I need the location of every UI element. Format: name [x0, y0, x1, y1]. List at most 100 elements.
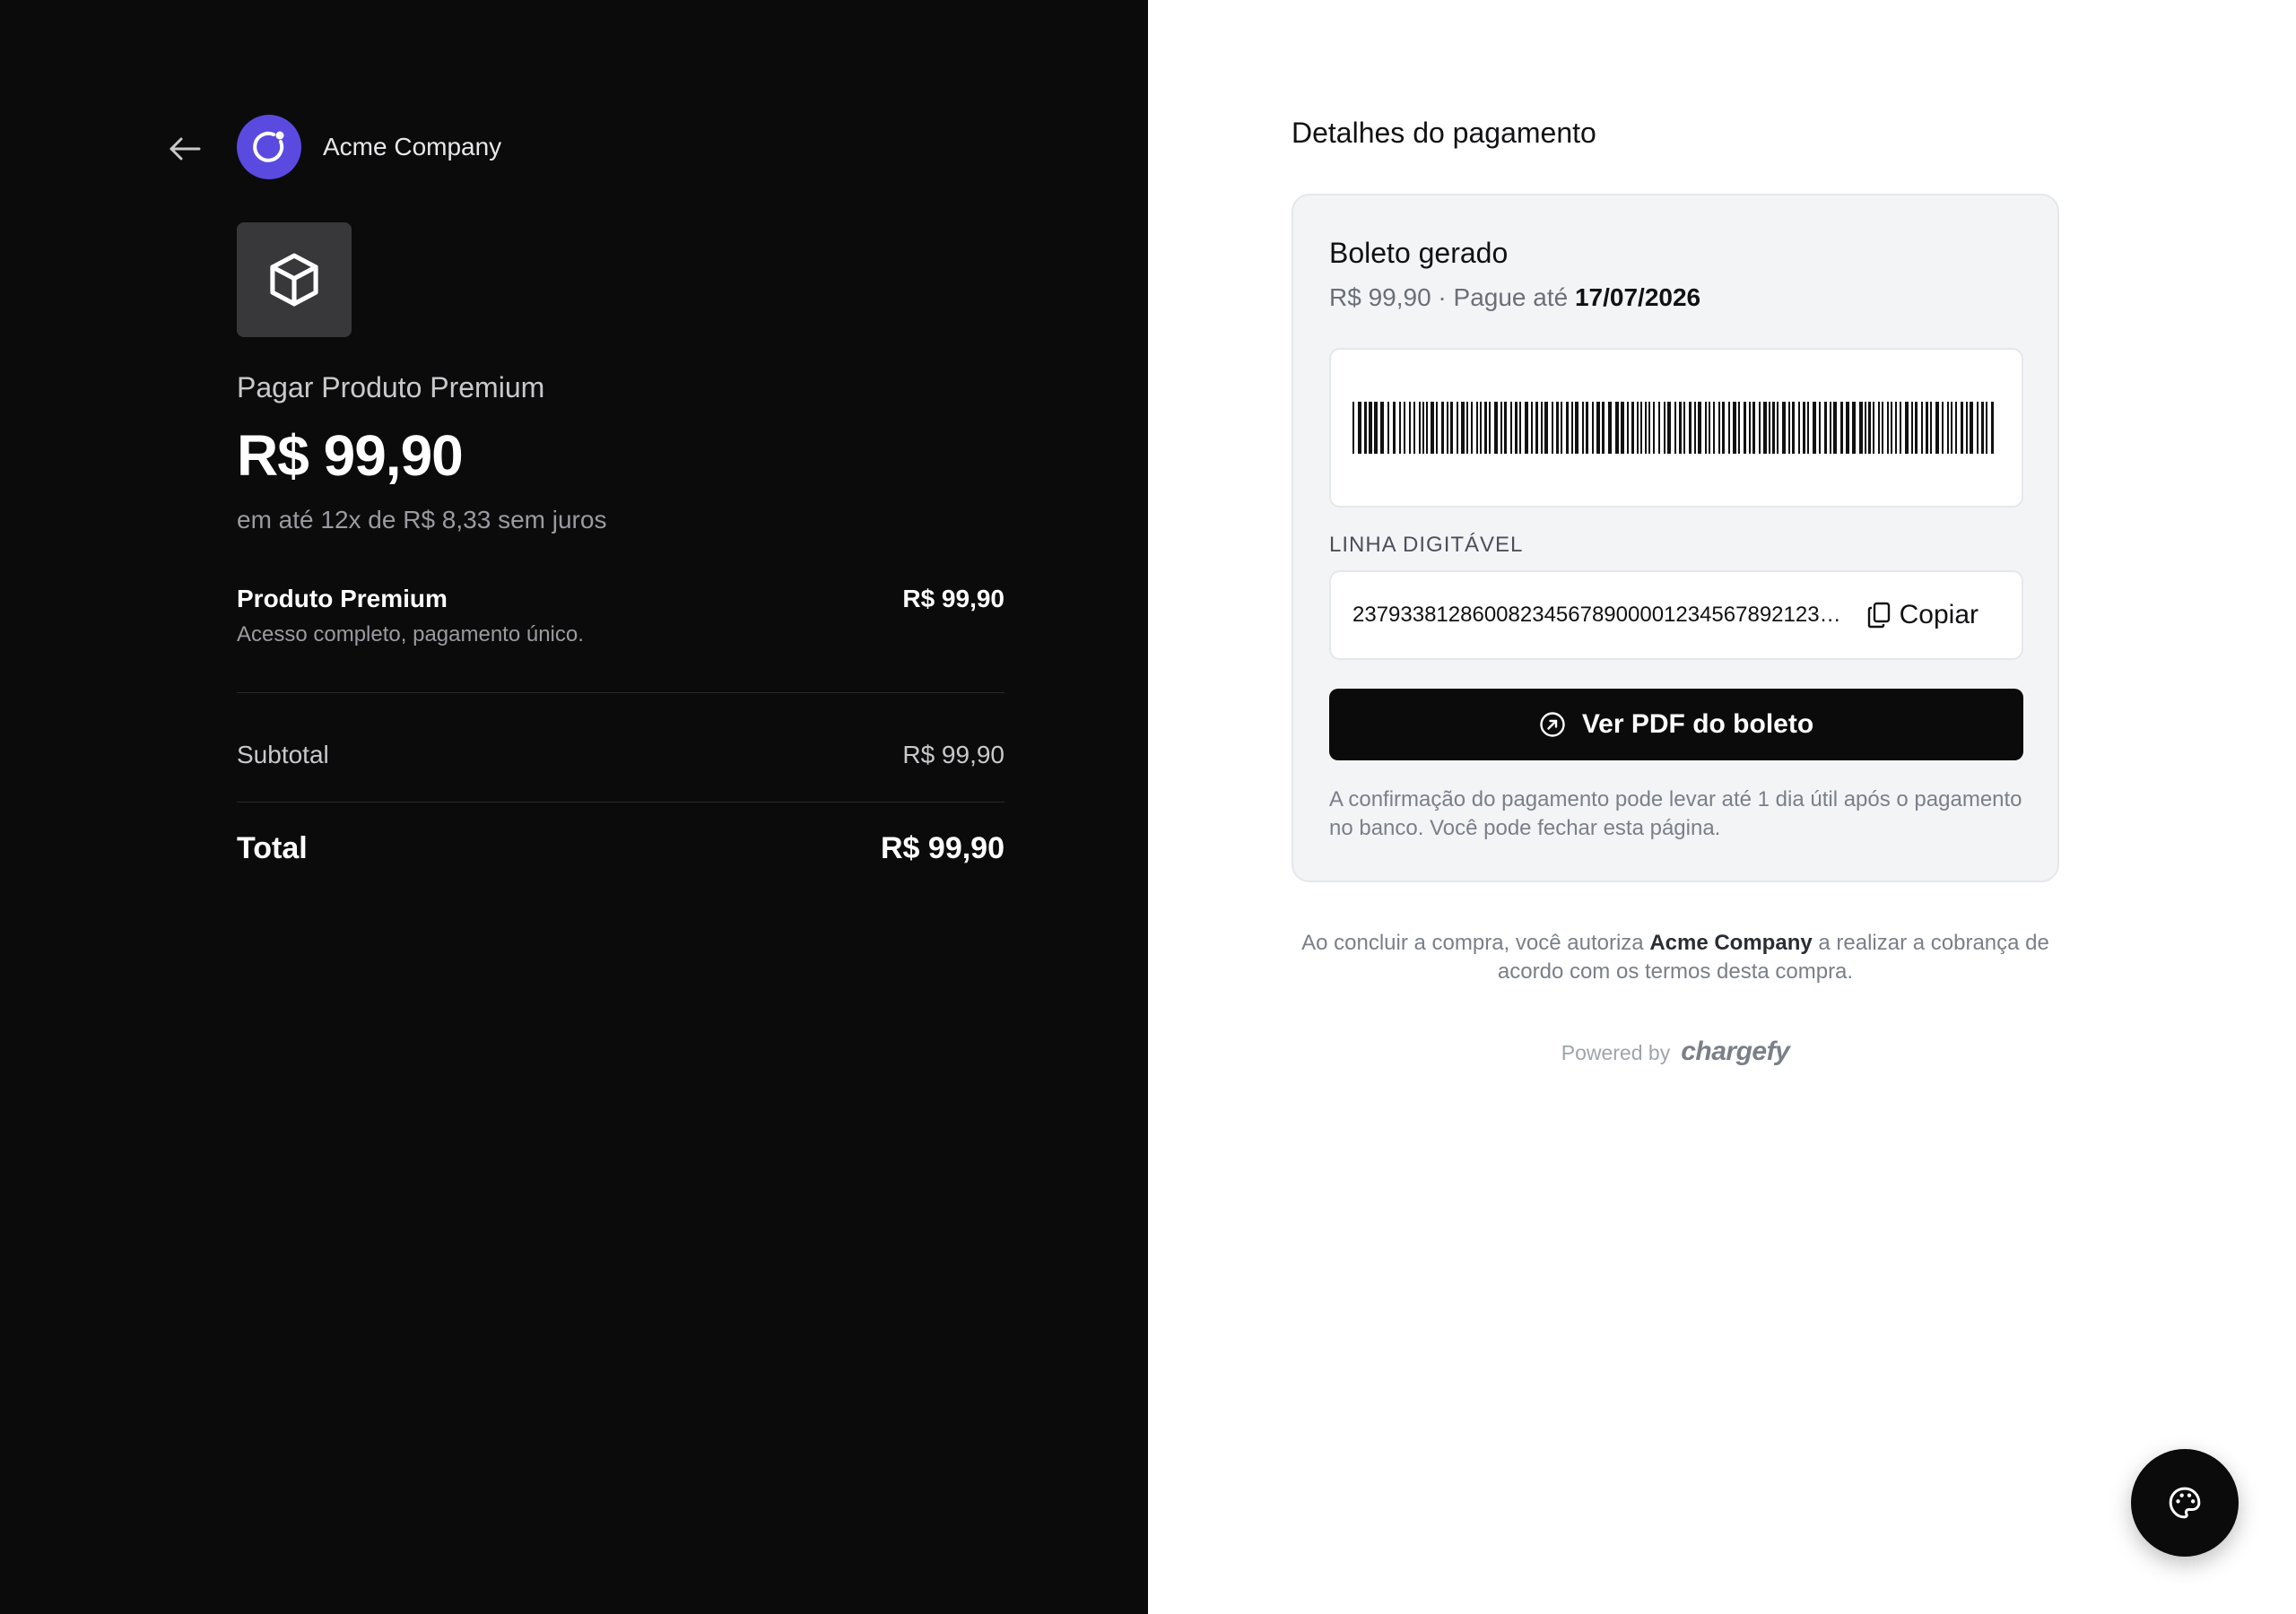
- barcode-bar: [1431, 402, 1434, 454]
- barcode-bar: [1942, 402, 1944, 454]
- barcode-bar: [1653, 402, 1655, 454]
- barcode-bar: [1878, 402, 1880, 454]
- barcode-bar: [1358, 402, 1361, 454]
- barcode-bar: [1664, 402, 1665, 454]
- barcode-bar: [1772, 402, 1775, 454]
- barcode-bar: [1658, 402, 1660, 454]
- copy-button[interactable]: Copiar: [1867, 595, 1979, 635]
- barcode-bar: [1484, 402, 1487, 454]
- subtotal-row: Subtotal R$ 99,90: [237, 737, 1004, 773]
- barcode-bar: [1674, 402, 1676, 454]
- installments-text: em até 12x de R$ 8,33 sem juros: [237, 506, 607, 534]
- barcode-bar: [1409, 402, 1411, 454]
- barcode-bar: [1891, 402, 1892, 454]
- barcode-bar: [1541, 402, 1543, 454]
- copy-icon: [1867, 602, 1890, 629]
- barcode-bar: [1413, 402, 1415, 454]
- barcode-bar: [1951, 402, 1952, 454]
- line-item: Produto Premium Acesso completo, pagamen…: [237, 583, 1004, 649]
- barcode-bar: [1645, 402, 1647, 454]
- barcode-bar: [1461, 402, 1465, 454]
- barcode-bar: [1380, 402, 1384, 454]
- barcode-bar: [1640, 402, 1642, 454]
- barcode-bar: [1596, 402, 1600, 454]
- barcode-bar: [1926, 402, 1928, 454]
- barcode-bar: [1788, 402, 1790, 454]
- barcode-bar: [1840, 402, 1843, 454]
- barcode-bar: [1476, 402, 1478, 454]
- barcode-bar: [1915, 402, 1918, 454]
- barcode-bar: [1489, 402, 1491, 454]
- barcode-bar: [1986, 402, 1987, 454]
- subtotal-label: Subtotal: [237, 741, 329, 768]
- barcode-bar: [1830, 402, 1831, 454]
- barcode-bar: [1798, 402, 1800, 454]
- barcode-bar: [1807, 402, 1809, 454]
- barcode-bar: [1404, 402, 1405, 454]
- barcode-bar: [1887, 402, 1889, 454]
- price-amount: R$ 99,90: [237, 423, 464, 488]
- barcode-bar: [1852, 402, 1856, 454]
- barcode-bar: [1582, 402, 1584, 454]
- barcode-bar: [1556, 402, 1559, 454]
- barcode-bar: [1868, 402, 1871, 454]
- barcode-bar: [1813, 402, 1816, 454]
- barcode-bar: [1419, 402, 1421, 454]
- back-arrow-icon[interactable]: [167, 131, 203, 167]
- barcode-bar: [1792, 402, 1795, 454]
- pay-title: Pagar Produto Premium: [237, 371, 545, 404]
- barcode-bar: [1500, 402, 1502, 454]
- product-thumbnail: [237, 222, 352, 337]
- barcode-bar: [1694, 402, 1696, 454]
- barcode-bar: [1602, 402, 1605, 454]
- barcode-bar: [1466, 402, 1468, 454]
- line-item-description: Acesso completo, pagamento único.: [237, 622, 584, 646]
- confirmation-note: A confirmação do pagamento pode levar at…: [1329, 787, 2022, 840]
- barcode-bar: [1631, 402, 1634, 454]
- barcode-bar: [1749, 402, 1751, 454]
- merchant-name: Acme Company: [323, 133, 502, 161]
- barcode-bar: [1637, 402, 1639, 454]
- chargefy-logo[interactable]: chargefy: [1681, 1037, 1790, 1067]
- theme-button[interactable]: [2131, 1449, 2239, 1557]
- barcode-bar: [1531, 402, 1533, 454]
- order-summary-panel: Acme Company Pagar Produto Premium R$ 99…: [0, 0, 1148, 1614]
- barcode-bar: [1648, 402, 1650, 454]
- barcode-bar: [1519, 402, 1521, 454]
- barcode-bar: [1728, 402, 1730, 454]
- barcode-bar: [1374, 402, 1378, 454]
- barcode-bar: [1882, 402, 1883, 454]
- barcode-bar: [1713, 402, 1715, 454]
- barcode-image: [1352, 402, 1994, 454]
- barcode-bar: [1369, 402, 1372, 454]
- barcode-bar: [1763, 402, 1767, 454]
- barcode-bar: [1566, 402, 1569, 454]
- barcode-bar: [1436, 402, 1438, 454]
- barcode-bar: [1586, 402, 1588, 454]
- barcode-bar: [1977, 402, 1979, 454]
- linha-digitavel-label: LINHA DIGITÁVEL: [1329, 533, 1524, 557]
- barcode-bar: [1364, 402, 1367, 454]
- barcode-bar: [1865, 402, 1866, 454]
- barcode-bar: [1930, 402, 1932, 454]
- barcode-bar: [1457, 402, 1458, 454]
- barcode-bar: [1744, 402, 1746, 454]
- barcode-bar: [1426, 402, 1428, 454]
- barcode-bar: [1450, 402, 1453, 454]
- legal-text: Ao concluir a compra, você autoriza Acme…: [1292, 929, 2059, 986]
- barcode-bar: [1981, 402, 1984, 454]
- barcode-bar: [1782, 402, 1786, 454]
- external-link-icon: [1540, 712, 1565, 737]
- view-pdf-button[interactable]: Ver PDF do boleto: [1329, 689, 2023, 760]
- barcode-bar: [1689, 402, 1692, 454]
- barcode-bar: [1709, 402, 1710, 454]
- cube-icon: [270, 253, 318, 307]
- barcode-bar: [1422, 402, 1424, 454]
- barcode-bar: [1679, 402, 1682, 454]
- barcode-bar: [1733, 402, 1736, 454]
- barcode-bar: [1752, 402, 1755, 454]
- barcode-bar: [1991, 402, 1994, 454]
- barcode-bar: [1759, 402, 1761, 454]
- barcode-bar: [1819, 402, 1821, 454]
- section-title: Detalhes do pagamento: [1292, 117, 1596, 149]
